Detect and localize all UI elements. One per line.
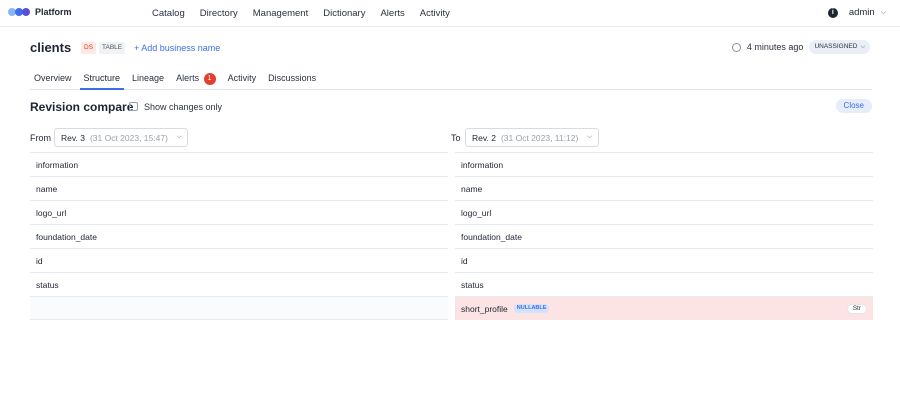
field-row[interactable]: logo_url <box>455 200 873 224</box>
brand-name: Platform <box>35 7 72 17</box>
tab-activity[interactable]: Activity <box>224 70 261 90</box>
tab-label: Alerts <box>176 73 200 83</box>
field-name: name <box>461 183 483 194</box>
nav-item-alerts[interactable]: Alerts <box>380 8 404 19</box>
show-changes-label[interactable]: Show changes only <box>144 102 222 112</box>
from-revision-date: (31 Oct 2023, 15:47) <box>89 132 168 143</box>
chevron-down-icon: ⌵ <box>587 134 592 140</box>
field-row[interactable]: id <box>30 248 448 272</box>
from-revision-name: Rev. 3 <box>61 132 85 143</box>
tab-label: Discussions <box>268 73 317 83</box>
field-row[interactable]: logo_url <box>30 200 448 224</box>
user-area: i admin ⌵ <box>827 7 886 18</box>
top-navigation: Platform Catalog Directory Management Di… <box>0 0 900 27</box>
entity-type-badge: TABLE <box>99 42 126 54</box>
field-name: short_profile <box>461 303 508 314</box>
tab-alerts[interactable]: Alerts 1 <box>172 70 220 90</box>
to-revision-name: Rev. 2 <box>472 132 496 143</box>
add-business-name-button[interactable]: + Add business name <box>134 43 220 53</box>
entity-meta: 4 minutes ago UNASSIGNED ⌵ <box>731 40 870 54</box>
from-field-list: information name logo_url foundation_dat… <box>30 152 448 320</box>
owner-select[interactable]: UNASSIGNED ⌵ <box>809 40 870 54</box>
field-name: name <box>36 183 58 194</box>
empty-field-row <box>30 296 448 320</box>
chevron-down-icon: ⌵ <box>176 134 182 140</box>
field-row[interactable]: foundation_date <box>455 224 873 248</box>
show-changes-checkbox[interactable] <box>129 102 138 111</box>
close-button[interactable]: Close <box>835 99 872 113</box>
field-row[interactable]: information <box>30 152 448 176</box>
main-menu: Catalog Directory Management Dictionary … <box>152 8 465 19</box>
tab-structure[interactable]: Structure <box>79 70 125 90</box>
page-title: clients <box>30 40 72 55</box>
field-name: status <box>461 279 484 290</box>
clock-icon <box>731 42 741 52</box>
field-name: information <box>36 159 79 170</box>
field-row[interactable]: status <box>455 272 873 296</box>
entity-tabs: Overview Structure Lineage Alerts 1 Acti… <box>30 70 872 90</box>
field-row[interactable]: information <box>455 152 873 176</box>
tab-label: Lineage <box>132 73 165 83</box>
field-name: foundation_date <box>461 231 522 242</box>
nav-item-dictionary[interactable]: Dictionary <box>323 8 365 19</box>
to-revision-select[interactable]: Rev. 2 (31 Oct 2023, 11:12) ⌵ <box>465 128 599 147</box>
tab-label: Activity <box>227 73 257 83</box>
field-row[interactable]: name <box>455 176 873 200</box>
nav-item-management[interactable]: Management <box>253 8 308 19</box>
to-label: To <box>451 133 461 143</box>
to-field-list: information name logo_url foundation_dat… <box>455 152 873 320</box>
alerts-count-badge: 1 <box>203 73 216 85</box>
field-name: status <box>36 279 59 290</box>
tab-label: Overview <box>34 73 72 83</box>
added-field-row[interactable]: short_profile NULLABLE Str <box>455 296 873 320</box>
field-name: foundation_date <box>36 231 97 242</box>
tab-lineage[interactable]: Lineage <box>128 70 168 90</box>
field-row[interactable]: status <box>30 272 448 296</box>
field-name: id <box>36 255 43 266</box>
tab-label: Structure <box>83 73 121 83</box>
field-name: id <box>461 255 468 266</box>
from-label: From <box>30 133 51 143</box>
from-revision-select[interactable]: Rev. 3 (31 Oct 2023, 15:47) ⌵ <box>54 128 189 147</box>
field-row[interactable]: id <box>455 248 873 272</box>
field-type-badge: Str <box>846 303 867 314</box>
nav-item-activity[interactable]: Activity <box>420 8 450 19</box>
tab-discussions[interactable]: Discussions <box>264 70 320 90</box>
field-name: logo_url <box>461 207 492 218</box>
nav-item-catalog[interactable]: Catalog <box>152 8 185 19</box>
datasource-badge: DS <box>81 42 97 54</box>
revision-compare-title: Revision compare <box>30 100 134 114</box>
chevron-down-icon: ⌵ <box>860 44 865 50</box>
user-menu[interactable]: admin <box>849 7 875 18</box>
field-row[interactable]: foundation_date <box>30 224 448 248</box>
field-name: information <box>461 159 504 170</box>
logo[interactable]: Platform <box>8 7 72 17</box>
field-row[interactable]: name <box>30 176 448 200</box>
field-name: logo_url <box>36 207 67 218</box>
tab-overview[interactable]: Overview <box>30 70 76 90</box>
chevron-down-icon[interactable]: ⌵ <box>881 9 886 17</box>
updated-time: 4 minutes ago <box>746 42 804 52</box>
logo-icon <box>8 8 30 16</box>
info-icon[interactable]: i <box>827 7 838 18</box>
nullable-badge: NULLABLE <box>513 304 550 313</box>
to-revision-date: (31 Oct 2023, 11:12) <box>500 132 579 143</box>
owner-label: UNASSIGNED <box>814 43 858 50</box>
nav-item-directory[interactable]: Directory <box>200 8 238 19</box>
